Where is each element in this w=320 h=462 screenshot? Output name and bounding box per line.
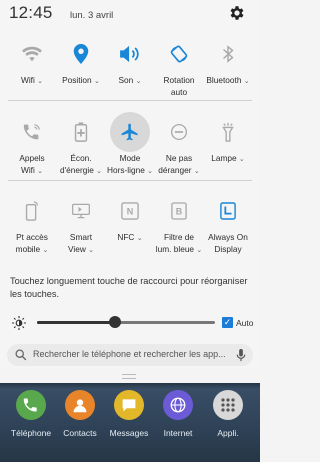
- svg-text:N: N: [127, 207, 134, 217]
- auto-brightness-checkbox[interactable]: ✓: [222, 317, 233, 328]
- clock: 12:45: [9, 3, 53, 22]
- tile-wifi[interactable]: Wifi ⌄: [6, 36, 58, 116]
- tile-label: Position: [62, 75, 92, 85]
- tile-appels-wifi[interactable]: Appels Wifi ⌄: [6, 114, 58, 194]
- wifi-icon: [18, 40, 46, 68]
- row-divider: [8, 180, 252, 181]
- search-icon: [15, 349, 27, 361]
- chevron-down-icon: ⌄: [96, 168, 103, 175]
- app-telephone[interactable]: Téléphone: [7, 390, 55, 450]
- quick-settings-panel: 12:45 lun. 3 avril Wifi ⌄ Position ⌄ Son…: [0, 0, 260, 369]
- nfc-icon: N: [116, 197, 144, 225]
- status-bar: 12:45 lun. 3 avril: [0, 0, 260, 28]
- app-internet[interactable]: Internet: [154, 390, 202, 450]
- do-not-disturb-icon: [165, 118, 193, 146]
- hotspot-icon: [18, 197, 46, 225]
- chevron-down-icon: ⌄: [193, 168, 200, 175]
- chevron-down-icon: ⌄: [93, 78, 100, 85]
- brightness-icon: [12, 316, 26, 330]
- rotation-icon: [165, 40, 193, 68]
- search-bar[interactable]: Rechercher le téléphone et rechercher le…: [7, 344, 253, 366]
- date: lun. 3 avril: [70, 10, 114, 21]
- airplane-icon: [110, 112, 150, 152]
- row-divider: [8, 100, 252, 101]
- auto-brightness-label: Auto: [236, 318, 254, 328]
- chevron-down-icon: ⌄: [135, 78, 142, 85]
- chevron-down-icon: ⌄: [42, 247, 49, 254]
- tile-always-on-display[interactable]: Always On Display: [202, 193, 254, 273]
- tile-label: Ne pas déranger: [158, 153, 193, 175]
- gear-icon[interactable]: [228, 4, 246, 22]
- tile-son[interactable]: Son ⌄: [104, 36, 156, 116]
- apps-grid-icon: [213, 390, 243, 420]
- chevron-down-icon: ⌄: [88, 247, 95, 254]
- brightness-fill: [37, 321, 116, 324]
- tile-bluetooth[interactable]: Bluetooth ⌄: [202, 36, 254, 116]
- internet-icon: [163, 390, 193, 420]
- microphone-icon[interactable]: [236, 349, 246, 362]
- tile-label: Son: [118, 75, 134, 85]
- tile-rotation[interactable]: Rotation auto: [153, 36, 205, 116]
- brightness-slider-handle[interactable]: [109, 316, 122, 328]
- drag-handle[interactable]: [122, 374, 136, 379]
- wifi-calling-icon: [18, 118, 46, 146]
- tile-position[interactable]: Position ⌄: [55, 36, 107, 116]
- contacts-icon: [65, 390, 95, 420]
- search-input[interactable]: Rechercher le téléphone et rechercher le…: [33, 349, 233, 359]
- tile-pt-acces-mobile[interactable]: Pt accès mobile ⌄: [6, 193, 58, 273]
- tile-nfc[interactable]: N NFC ⌄: [104, 193, 156, 273]
- chevron-down-icon: ⌄: [37, 168, 43, 175]
- phone-icon: [16, 390, 46, 420]
- tile-mode-hors-ligne[interactable]: Mode Hors-ligne ⌄: [104, 112, 156, 194]
- bluetooth-icon: [214, 40, 242, 68]
- smart-view-icon: [67, 197, 95, 225]
- tile-label: Bluetooth: [206, 75, 242, 85]
- app-label: Appli.: [217, 428, 239, 438]
- app-contacts[interactable]: Contacts: [56, 390, 104, 450]
- chevron-down-icon: ⌄: [37, 78, 43, 85]
- tile-label: Rotation auto: [163, 75, 195, 97]
- tile-label: Filtre de lum. bleue: [155, 232, 195, 254]
- always-on-display-icon: [214, 197, 242, 225]
- messages-icon: [114, 390, 144, 420]
- tile-label: Wifi: [20, 75, 35, 85]
- tile-filtre-lum-bleue[interactable]: B Filtre de lum. bleue ⌄: [153, 193, 205, 273]
- chevron-down-icon: ⌄: [136, 235, 143, 242]
- blue-light-filter-icon: B: [165, 197, 193, 225]
- svg-text:B: B: [176, 207, 182, 217]
- speaker-icon: [116, 40, 144, 68]
- tile-label: NFC: [117, 232, 135, 242]
- flashlight-icon: [214, 118, 242, 146]
- battery-saver-icon: [67, 118, 95, 146]
- brightness-slider[interactable]: [37, 321, 215, 324]
- tile-label: Lampe: [211, 153, 237, 163]
- reorder-hint: Touchez longuement touche de raccourci p…: [10, 276, 248, 299]
- tile-lampe[interactable]: Lampe ⌄: [202, 114, 254, 194]
- app-applis[interactable]: Appli.: [204, 390, 252, 450]
- tile-smart-view[interactable]: Smart View ⌄: [55, 193, 107, 273]
- app-messages[interactable]: Messages: [105, 390, 153, 450]
- chevron-down-icon: ⌄: [238, 156, 245, 163]
- tile-label: Mode Hors-ligne: [107, 153, 145, 175]
- location-pin-icon: [67, 40, 95, 68]
- tile-econ-energie[interactable]: Écon. d'énergie ⌄: [55, 114, 107, 194]
- tile-ne-pas-deranger[interactable]: Ne pas déranger ⌄: [153, 114, 205, 194]
- tile-label: Écon. d'énergie: [59, 153, 94, 175]
- tile-label: Always On Display: [208, 232, 248, 254]
- chevron-down-icon: ⌄: [243, 78, 250, 85]
